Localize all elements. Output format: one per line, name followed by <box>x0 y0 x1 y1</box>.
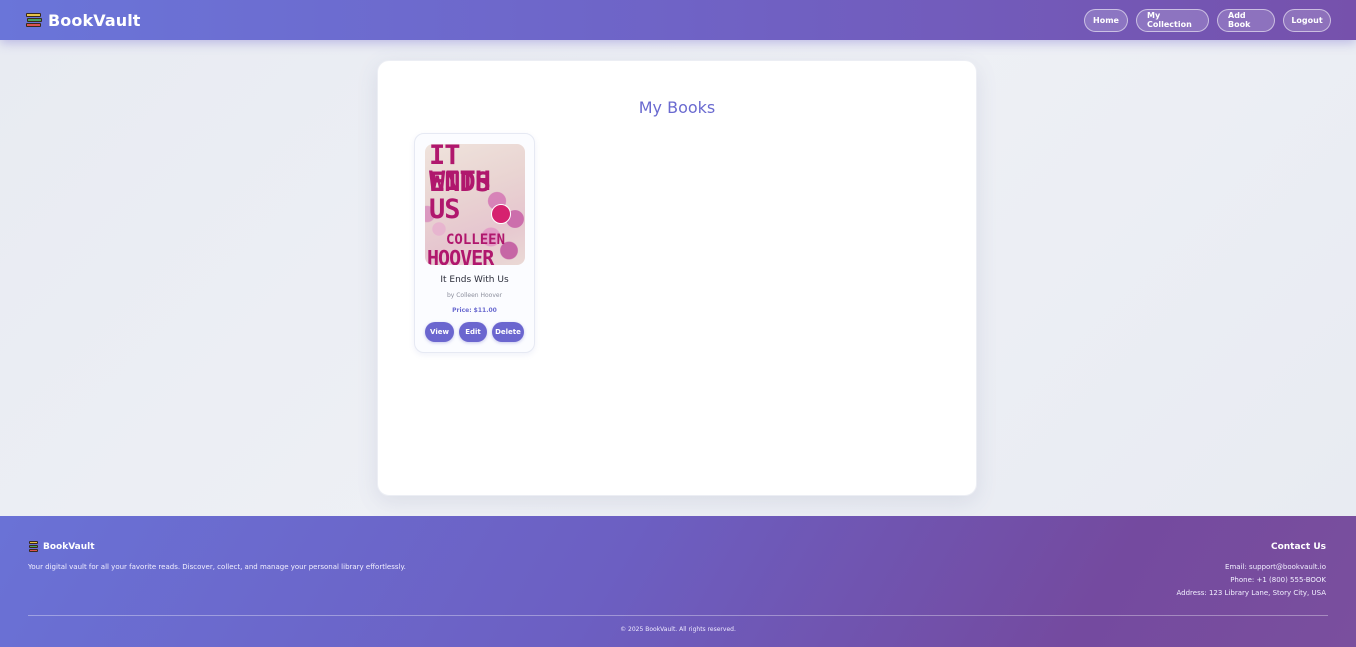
brand-name: BookVault <box>48 10 141 30</box>
navbar: BookVault Home My Collection Add Book Lo… <box>0 0 1356 40</box>
footer-brand: BookVault <box>28 541 95 552</box>
cover-text-line: COLLEEN <box>446 232 506 248</box>
books-icon <box>25 12 42 29</box>
cover-seal-icon <box>491 204 511 224</box>
book-title: It Ends With Us <box>440 275 509 285</box>
nav-logout-button[interactable]: Logout <box>1283 8 1331 32</box>
view-button[interactable]: View <box>425 322 454 342</box>
nav-home-button[interactable]: Home <box>1084 8 1128 32</box>
book-cover-image: IT ENDS WITH US COLLEEN HOOVER <box>425 144 525 265</box>
brand[interactable]: BookVault <box>25 11 141 30</box>
footer-brand-name: BookVault <box>43 541 95 552</box>
nav-my-collection-button[interactable]: My Collection <box>1136 8 1209 32</box>
book-actions: View Edit Delete <box>425 322 524 342</box>
footer: BookVault Your digital vault for all you… <box>0 516 1356 647</box>
contact-email[interactable]: Email: support@bookvault.io <box>1225 563 1326 571</box>
contact-phone: Phone: +1 (800) 555-BOOK <box>1230 576 1326 584</box>
copyright: © 2025 BookVault. All rights reserved. <box>620 626 736 633</box>
cover-text-line: WITH <box>429 166 491 197</box>
cover-text-line: HOOVER <box>427 246 494 265</box>
main-card: My Books IT ENDS WITH US COLLEEN HOOVER … <box>377 60 977 496</box>
nav-links: Home My Collection Add Book Logout <box>1084 8 1331 32</box>
contact-title: Contact Us <box>1270 542 1326 552</box>
page-title: My Books <box>638 98 716 117</box>
books-icon <box>28 541 39 552</box>
delete-button[interactable]: Delete <box>492 322 524 342</box>
book-author: by Colleen Hoover <box>446 292 503 299</box>
nav-add-book-button[interactable]: Add Book <box>1217 8 1275 32</box>
footer-tagline: Your digital vault for all your favorite… <box>28 563 406 571</box>
book-price: Price: $11.00 <box>452 307 497 314</box>
cover-text-line: US <box>429 194 461 225</box>
contact-address: Address: 123 Library Lane, Story City, U… <box>1176 589 1326 597</box>
footer-divider <box>28 615 1328 616</box>
edit-button[interactable]: Edit <box>459 322 487 342</box>
book-card: IT ENDS WITH US COLLEEN HOOVER It Ends W… <box>414 133 535 353</box>
